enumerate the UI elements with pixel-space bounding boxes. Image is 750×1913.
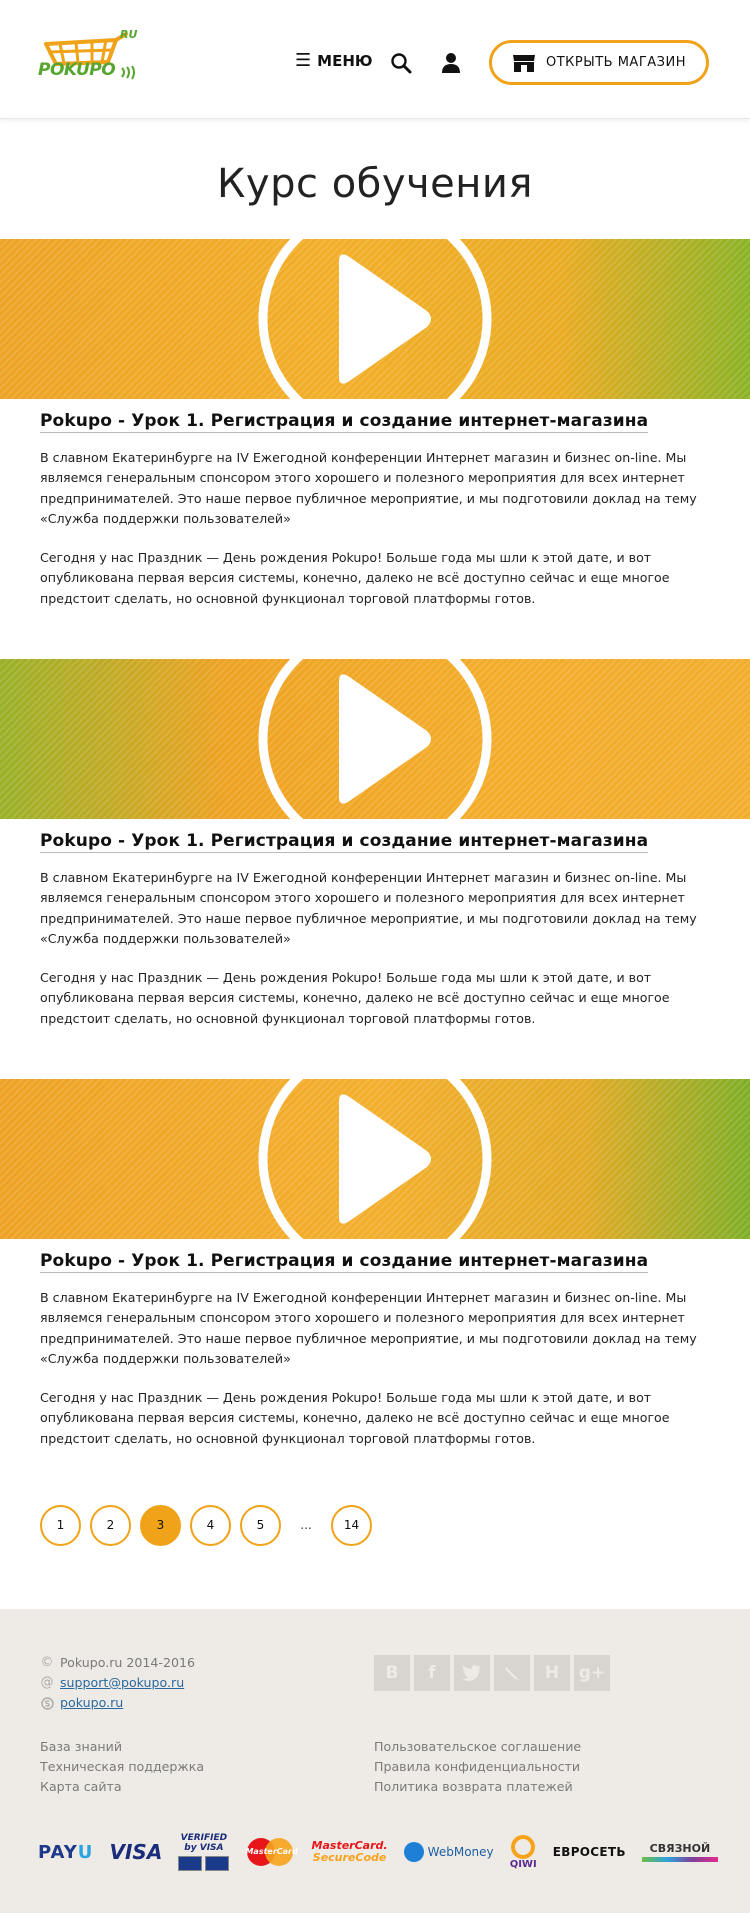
support-email-link[interactable]: support@pokupo.ru xyxy=(60,1673,184,1693)
user-agreement-link[interactable]: Пользовательское соглашение xyxy=(374,1737,581,1757)
payu-text-u: U xyxy=(77,1841,94,1863)
vk-icon[interactable]: В xyxy=(374,1655,410,1691)
shop-icon xyxy=(513,54,535,72)
mastercard-text: MasterCard xyxy=(245,1847,298,1856)
skype-icon xyxy=(40,1696,54,1710)
logo-domain: RU xyxy=(120,28,138,41)
lesson-paragraph: В славном Екатеринбурге на IV Ежегодной … xyxy=(40,450,697,526)
webmoney-logo: WebMoney xyxy=(403,1842,494,1862)
video-player[interactable] xyxy=(0,1079,750,1239)
lesson-card: Pokupo - Урок 1. Регистрация и создание … xyxy=(0,1079,750,1479)
open-shop-button[interactable]: ОТКРЫТЬ МАГАЗИН xyxy=(489,40,709,85)
play-icon[interactable] xyxy=(255,1079,495,1239)
lesson-title-link[interactable]: Pokupo - Урок 1. Регистрация и создание … xyxy=(40,1251,649,1273)
play-icon[interactable] xyxy=(255,239,495,399)
refund-policy-link[interactable]: Политика возврата платежей xyxy=(374,1777,581,1797)
hamburger-icon: ☰ xyxy=(295,50,312,71)
page-title: Курс обучения xyxy=(217,161,533,207)
mcsc-line2: SecureCode xyxy=(312,1851,387,1864)
search-button[interactable] xyxy=(390,52,412,74)
lesson-title-link[interactable]: Pokupo - Урок 1. Регистрация и создание … xyxy=(40,831,649,853)
social-links: В f H g+ xyxy=(374,1655,610,1691)
email-row: @ support@pokupo.ru xyxy=(40,1673,195,1693)
lesson-paragraph: В славном Екатеринбурге на IV Ежегодной … xyxy=(40,870,697,946)
euroset-logo: ЕВРОСЕТЬ xyxy=(552,1845,626,1859)
qiwi-text: QIWI xyxy=(509,1858,537,1870)
account-button[interactable] xyxy=(440,52,462,74)
svyaznoy-text: СВЯЗНОЙ xyxy=(649,1842,711,1855)
privacy-policy-link[interactable]: Правила конфиденциальности xyxy=(374,1757,581,1777)
mastercard-securecode-logo: MasterCard. SecureCode xyxy=(312,1840,388,1864)
copyright-row: © Pokupo.ru 2014-2016 xyxy=(40,1653,196,1673)
qiwi-logo: QIWI xyxy=(509,1834,537,1870)
open-shop-label: ОТКРЫТЬ МАГАЗИН xyxy=(546,55,686,70)
footer-links-left: База знаний Техническая поддержка Карта … xyxy=(40,1737,204,1797)
play-icon[interactable] xyxy=(255,659,495,819)
footer-contacts: © Pokupo.ru 2014-2016 @ support@pokupo.r… xyxy=(40,1653,196,1713)
user-icon xyxy=(442,53,460,73)
sitemap-link[interactable]: Карта сайта xyxy=(40,1777,204,1797)
payu-logo: PAY U xyxy=(38,1842,93,1863)
svyaznoy-logo: СВЯЗНОЙ xyxy=(641,1842,718,1862)
pagination: 1 2 3 4 5 ... 14 xyxy=(0,1479,750,1609)
lesson-paragraph: В славном Екатеринбурге на IV Ежегодной … xyxy=(40,1290,697,1366)
page-button-3-current[interactable]: 3 xyxy=(140,1504,181,1546)
logo-wordmark: POKUPO xyxy=(38,60,116,80)
webmoney-globe-icon xyxy=(403,1842,424,1862)
at-icon: @ xyxy=(40,1675,54,1690)
facebook-icon[interactable]: f xyxy=(414,1655,450,1691)
vbv-line1: VERIFIED xyxy=(180,1833,228,1843)
lesson-description: В славном Екатеринбурге на IV Ежегодной … xyxy=(40,868,710,1029)
verified-by-visa-logo: VERIFIED by VISA xyxy=(178,1833,230,1871)
lesson-title-link[interactable]: Pokupo - Урок 1. Регистрация и создание … xyxy=(40,411,649,433)
page-button-4[interactable]: 4 xyxy=(190,1504,231,1546)
vbv-line2: by VISA xyxy=(184,1843,224,1853)
twitter-icon[interactable] xyxy=(454,1655,490,1691)
site-header: POKUPO RU ☰ МЕНЮ ОТКРЫТЬ МАГАЗИН xyxy=(0,0,750,119)
skype-row: pokupo.ru xyxy=(40,1693,195,1713)
lesson-paragraph: Сегодня у нас Праздник — День рождения P… xyxy=(40,1390,670,1446)
visa-logo: VISA xyxy=(109,1840,163,1864)
lesson-paragraph: Сегодня у нас Праздник — День рождения P… xyxy=(40,550,670,606)
page-button-5[interactable]: 5 xyxy=(240,1504,281,1546)
page-button-1[interactable]: 1 xyxy=(40,1504,81,1546)
copyright-text: Pokupo.ru 2014-2016 xyxy=(60,1655,196,1670)
habrahabr-icon[interactable]: H xyxy=(534,1655,570,1691)
video-player[interactable] xyxy=(0,659,750,819)
lesson-description: В славном Екатеринбурге на IV Ежегодной … xyxy=(40,1288,710,1449)
lesson-description: В славном Екатеринбурге на IV Ежегодной … xyxy=(40,448,710,609)
menu-button[interactable]: ☰ МЕНЮ xyxy=(295,50,373,71)
footer-links-right: Пользовательское соглашение Правила конф… xyxy=(374,1737,581,1797)
tech-support-link[interactable]: Техническая поддержка xyxy=(40,1757,204,1777)
page-button-last[interactable]: 14 xyxy=(331,1504,372,1546)
lesson-paragraph: Сегодня у нас Праздник — День рождения P… xyxy=(40,970,670,1026)
svyaznoy-bar xyxy=(641,1857,718,1862)
search-icon xyxy=(391,53,412,74)
qiwi-icon xyxy=(511,1834,536,1859)
site-footer: © Pokupo.ru 2014-2016 @ support@pokupo.r… xyxy=(0,1609,750,1913)
lesson-card: Pokupo - Урок 1. Регистрация и создание … xyxy=(0,659,750,1079)
copyright-icon: © xyxy=(40,1655,54,1670)
google-plus-icon[interactable]: g+ xyxy=(574,1655,610,1691)
page-ellipsis: ... xyxy=(300,1518,312,1532)
lesson-card: Pokupo - Урок 1. Регистрация и создание … xyxy=(0,239,750,659)
knowledge-base-link[interactable]: База знаний xyxy=(40,1737,204,1757)
pokupo-logo[interactable]: POKUPO RU xyxy=(38,28,143,90)
page-button-2[interactable]: 2 xyxy=(90,1504,131,1546)
webmoney-text: WebMoney xyxy=(427,1845,494,1859)
skype-link[interactable]: pokupo.ru xyxy=(60,1693,123,1713)
card-icons xyxy=(178,1856,230,1871)
menu-label: МЕНЮ xyxy=(317,52,373,70)
payment-methods: PAY U VISA VERIFIED by VISA MasterCard Ma… xyxy=(38,1824,718,1880)
mastercard-logo: MasterCard xyxy=(245,1836,298,1868)
livejournal-icon[interactable] xyxy=(494,1655,530,1691)
video-player[interactable] xyxy=(0,239,750,399)
payu-text: PAY xyxy=(38,1841,78,1863)
